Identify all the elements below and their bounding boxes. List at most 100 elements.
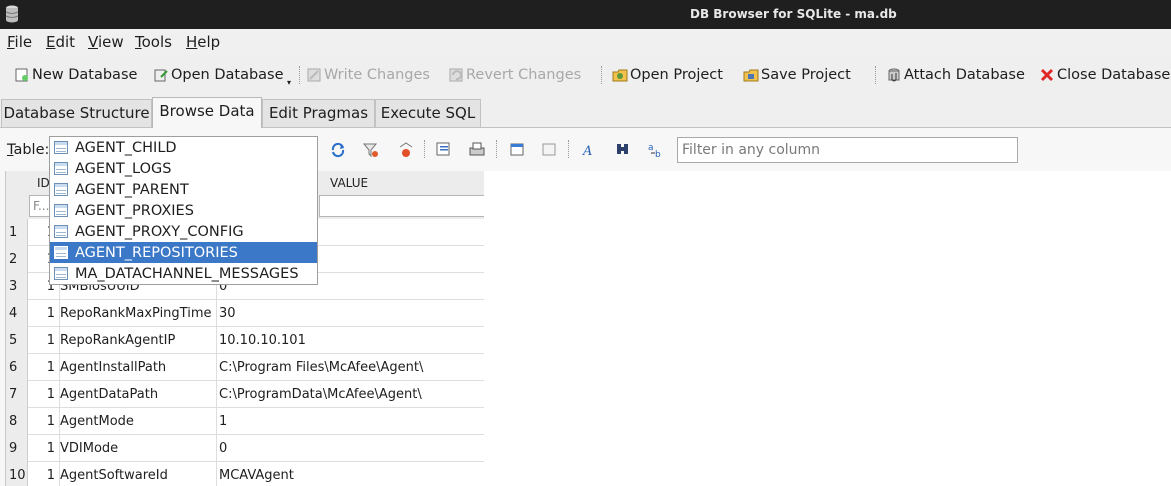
cell-value[interactable]: 0 <box>219 435 484 462</box>
row-number: 6 <box>6 354 28 381</box>
svg-text:A: A <box>582 144 592 159</box>
dropdown-item-table[interactable]: AGENT_PARENT <box>50 179 317 200</box>
cell-id[interactable]: 1 <box>28 381 60 408</box>
table-label: Table: <box>7 142 50 158</box>
cell-value[interactable]: 10.10.10.101 <box>219 327 484 354</box>
row-number: 9 <box>6 435 28 462</box>
tab-database-structure[interactable]: Database Structure <box>1 99 152 127</box>
dropdown-item-label: MA_DATACHANNEL_MESSAGES <box>75 265 299 282</box>
attach-database-icon <box>888 68 900 82</box>
dropdown-item-label: AGENT_PARENT <box>75 181 189 198</box>
main-tabs: Database Structure Browse Data Edit Prag… <box>0 97 1171 128</box>
attach-database-button[interactable]: Attach Database <box>886 64 1025 86</box>
menu-tools[interactable]: Tools <box>135 33 172 51</box>
dropdown-item-table[interactable]: AGENT_PROXIES <box>50 200 317 221</box>
find-icon[interactable] <box>614 141 632 159</box>
cell-value[interactable]: C:\ProgramData\McAfee\Agent\ <box>219 381 484 408</box>
delete-record-icon[interactable] <box>541 141 559 159</box>
toolbar-separator <box>299 66 301 84</box>
open-database-button[interactable]: Open Database <box>153 64 284 86</box>
table-select-dropdown[interactable]: AGENT_CHILD AGENT_LOGS AGENT_PARENT AGENT_P… <box>49 136 318 285</box>
cell-id[interactable]: 1 <box>28 300 60 327</box>
open-project-button[interactable]: Open Project <box>612 64 723 86</box>
insert-record-icon[interactable] <box>509 141 527 159</box>
toolbar-separator <box>424 140 426 158</box>
table-icon <box>54 267 68 280</box>
row-number: 1 <box>6 219 28 246</box>
dropdown-item-label: AGENT_PROXY_CONFIG <box>75 223 244 240</box>
column-header-id[interactable]: ID <box>37 176 50 190</box>
menu-file[interactable]: File <box>7 33 32 51</box>
tab-browse-data[interactable]: Browse Data <box>152 97 262 128</box>
cell-id[interactable]: 1 <box>28 327 60 354</box>
open-database-dropdown-icon[interactable]: ▾ <box>287 78 291 87</box>
table-row[interactable]: 6 1 AgentInstallPath C:\Program Files\McAfe… <box>6 354 484 381</box>
menu-bar: File Edit View Tools Help <box>0 29 1171 54</box>
print-icon[interactable] <box>468 141 486 159</box>
dropdown-item-label: AGENT_LOGS <box>75 160 172 177</box>
dropdown-item-table[interactable]: AGENT_CHILD <box>50 137 317 158</box>
svg-text:b: b <box>655 150 661 159</box>
main-toolbar: New Database Open Database ▾ Write Chang… <box>0 58 1171 90</box>
table-icon <box>54 225 68 238</box>
new-database-button[interactable]: New Database <box>14 64 137 86</box>
tab-edit-pragmas[interactable]: Edit Pragmas <box>262 99 375 127</box>
open-database-icon <box>154 69 168 82</box>
write-changes-button[interactable]: Write Changes <box>306 64 430 86</box>
table-icon <box>54 246 68 259</box>
cell-id[interactable]: 1 <box>28 354 60 381</box>
menu-view[interactable]: View <box>88 33 124 51</box>
close-database-button[interactable]: Close Database <box>1039 64 1170 86</box>
row-number: 2 <box>6 246 28 273</box>
cell-value[interactable]: 1 <box>219 408 484 435</box>
filter-cell-id[interactable]: F... <box>29 195 51 217</box>
cell-name[interactable]: RepoRankMaxPingTime <box>60 300 217 327</box>
revert-changes-icon <box>449 68 463 82</box>
close-icon <box>1040 68 1054 82</box>
table-icon <box>54 204 68 217</box>
cell-id[interactable]: 1 <box>28 408 60 435</box>
table-row[interactable]: 7 1 AgentDataPath C:\ProgramData\McAfee\Age… <box>6 381 484 408</box>
cell-id[interactable]: 1 <box>28 435 60 462</box>
cell-name[interactable]: AgentInstallPath <box>60 354 217 381</box>
cell-name[interactable]: AgentDataPath <box>60 381 217 408</box>
new-database-icon <box>15 68 28 82</box>
menu-edit[interactable]: Edit <box>46 33 75 51</box>
tab-execute-sql[interactable]: Execute SQL <box>375 99 481 127</box>
cell-value[interactable]: C:\Program Files\McAfee\Agent\ <box>219 354 484 381</box>
filter-any-column-input[interactable] <box>677 137 1018 163</box>
find-replace-icon[interactable]: ab <box>647 141 665 159</box>
dropdown-item-label: AGENT_PROXIES <box>75 202 194 219</box>
table-row[interactable]: 5 1 RepoRankAgentIP 10.10.10.101 <box>6 327 484 354</box>
cell-value[interactable]: MCAVAgent <box>219 462 484 486</box>
cell-value[interactable]: 30 <box>219 300 484 327</box>
refresh-icon[interactable] <box>329 141 347 159</box>
save-results-icon[interactable] <box>435 141 453 159</box>
cell-name[interactable]: AgentSoftwareId <box>60 462 217 486</box>
svg-text:a: a <box>648 143 654 153</box>
dropdown-item-table[interactable]: AGENT_REPOSITORIES <box>50 242 317 263</box>
cell-name[interactable]: RepoRankAgentIP <box>60 327 217 354</box>
cell-id[interactable]: 1 <box>28 462 60 486</box>
table-row[interactable]: 4 1 RepoRankMaxPingTime 30 <box>6 300 484 327</box>
window-title: DB Browser for SQLite - ma.db <box>690 7 897 21</box>
dropdown-item-table[interactable]: AGENT_LOGS <box>50 158 317 179</box>
dropdown-item-table[interactable]: AGENT_PROXY_CONFIG <box>50 221 317 242</box>
menu-help[interactable]: Help <box>186 33 220 51</box>
revert-changes-button[interactable]: Revert Changes <box>448 64 581 86</box>
row-number: 3 <box>6 273 28 300</box>
table-row[interactable]: 10 1 AgentSoftwareId MCAVAgent <box>6 462 484 486</box>
column-header-value[interactable]: VALUE <box>330 176 368 190</box>
toolbar-separator <box>568 140 570 158</box>
table-row[interactable]: 8 1 AgentMode 1 <box>6 408 484 435</box>
clear-sorting-icon[interactable] <box>397 141 415 159</box>
table-row[interactable]: 9 1 VDIMode 0 <box>6 435 484 462</box>
filter-cell-value[interactable] <box>319 195 484 217</box>
dropdown-item-table[interactable]: MA_DATACHANNEL_MESSAGES <box>50 263 317 284</box>
clear-filters-icon[interactable] <box>362 141 380 159</box>
save-project-button[interactable]: Save Project <box>743 64 851 86</box>
cell-name[interactable]: AgentMode <box>60 408 217 435</box>
cell-name[interactable]: VDIMode <box>60 435 217 462</box>
row-number: 10 <box>6 462 28 486</box>
text-format-icon[interactable]: A <box>581 141 599 159</box>
